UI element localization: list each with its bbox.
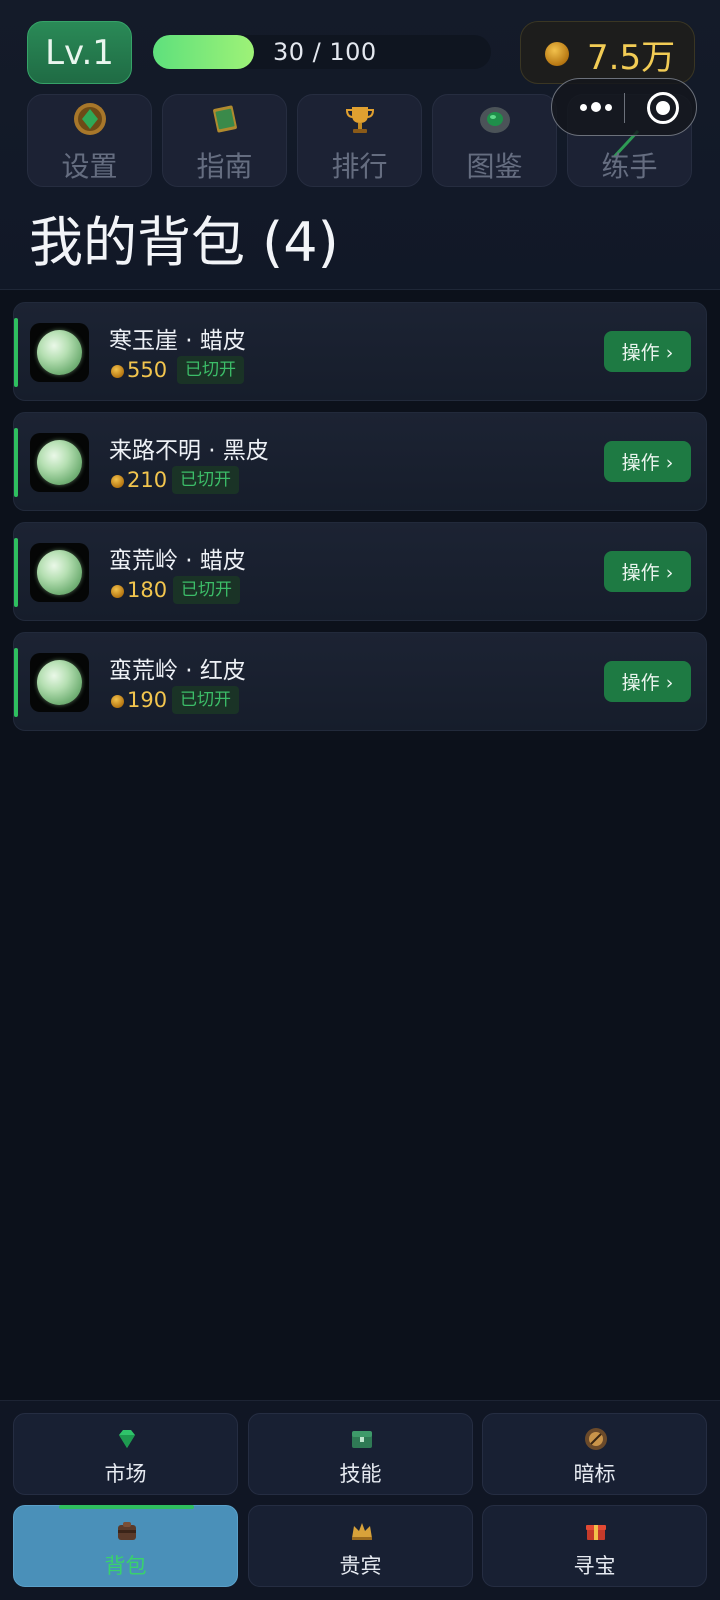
bid-icon (585, 1428, 607, 1450)
item-accent-bar (14, 428, 18, 497)
item-price: 210 (127, 468, 168, 492)
item-action-button[interactable]: 操作 › (604, 441, 691, 482)
item-price: 550 (127, 358, 168, 382)
xp-progress-text: 30 / 100 (273, 38, 377, 66)
coin-icon (111, 585, 124, 598)
list-item[interactable]: 蛮荒岭 · 蜡皮 180 已切开 操作 › (13, 522, 707, 621)
tab-label: 寻宝 (573, 1554, 616, 1578)
miniprogram-capsule (551, 78, 697, 136)
tab-label: 背包 (104, 1554, 147, 1578)
tab-backpack[interactable]: 背包 (13, 1505, 238, 1587)
item-thumbnail (30, 323, 89, 382)
jade-stone-icon (37, 660, 82, 705)
tab-vip[interactable]: 贵宾 (248, 1505, 473, 1587)
nav-tile-label: 指南 (196, 150, 253, 183)
item-name: 蛮荒岭 · 蜡皮 (109, 548, 246, 574)
coin-icon (545, 42, 569, 66)
trophy-icon (345, 107, 375, 133)
item-accent-bar (14, 318, 18, 387)
item-status-badge: 已切开 (177, 356, 244, 384)
jade-stone-icon (37, 330, 82, 375)
backpack-screen: Lv.1 30 / 100 7.5万 设置 指南 排行 图鉴 练手 我的背包 (… (0, 0, 720, 1600)
chest-icon (352, 1431, 372, 1448)
list-item[interactable]: 来路不明 · 黑皮 210 已切开 操作 › (13, 412, 707, 511)
nav-tile-settings[interactable]: 设置 (27, 94, 152, 187)
tab-label: 技能 (339, 1462, 382, 1486)
crown-icon (352, 1523, 372, 1540)
close-miniprogram-icon[interactable] (647, 92, 679, 124)
more-options-icon[interactable] (572, 79, 620, 135)
page-title: 我的背包 (4) (29, 211, 339, 274)
item-status-badge: 已切开 (172, 686, 239, 714)
nav-tile-label: 图鉴 (466, 150, 523, 183)
item-price: 190 (127, 688, 168, 712)
tab-treasure-hunt[interactable]: 寻宝 (482, 1505, 707, 1587)
backpack-icon (118, 1522, 136, 1540)
level-badge[interactable]: Lv.1 (27, 21, 132, 84)
gem-icon (119, 1430, 135, 1448)
item-status-badge: 已切开 (172, 466, 239, 494)
tab-label: 贵宾 (339, 1554, 382, 1578)
tab-market[interactable]: 市场 (13, 1413, 238, 1495)
item-action-button[interactable]: 操作 › (604, 331, 691, 372)
jade-stone-icon (37, 440, 82, 485)
item-thumbnail (30, 653, 89, 712)
item-name: 来路不明 · 黑皮 (109, 438, 269, 464)
xp-progress-bar: 30 / 100 (153, 35, 491, 69)
tab-hidden-bid[interactable]: 暗标 (482, 1413, 707, 1495)
capsule-divider (624, 93, 625, 123)
item-status-badge: 已切开 (173, 576, 240, 604)
item-thumbnail (30, 433, 89, 492)
item-action-button[interactable]: 操作 › (604, 661, 691, 702)
jade-stone-icon (37, 550, 82, 595)
item-price: 180 (127, 578, 168, 602)
tab-label: 暗标 (573, 1462, 616, 1486)
coin-icon (111, 695, 124, 708)
nav-tile-guide[interactable]: 指南 (162, 94, 287, 187)
list-item[interactable]: 寒玉崖 · 蜡皮 550 已切开 操作 › (13, 302, 707, 401)
nav-tile-label: 练手 (601, 150, 658, 183)
nav-tile-label: 设置 (61, 150, 118, 183)
tab-skills[interactable]: 技能 (248, 1413, 473, 1495)
gift-icon (586, 1525, 606, 1540)
nav-tile-ranking[interactable]: 排行 (297, 94, 422, 187)
nav-tile-catalog[interactable]: 图鉴 (432, 94, 557, 187)
stone-catalog-icon (480, 107, 510, 133)
coin-icon (111, 365, 124, 378)
coin-balance[interactable]: 7.5万 (520, 21, 695, 84)
item-name: 蛮荒岭 · 红皮 (109, 658, 246, 684)
item-name: 寒玉崖 · 蜡皮 (109, 328, 246, 354)
list-item[interactable]: 蛮荒岭 · 红皮 190 已切开 操作 › (13, 632, 707, 731)
item-thumbnail (30, 543, 89, 602)
item-accent-bar (14, 648, 18, 717)
bottom-tab-bar: 市场 技能 暗标 背包 贵宾 寻宝 (0, 1400, 720, 1600)
guide-book-icon (213, 105, 237, 133)
coin-icon (111, 475, 124, 488)
xp-progress-fill (153, 35, 255, 69)
nav-tile-label: 排行 (331, 150, 388, 183)
tab-label: 市场 (104, 1462, 147, 1486)
gear-medallion-icon (74, 103, 106, 135)
item-accent-bar (14, 538, 18, 607)
active-tab-indicator (59, 1505, 194, 1509)
coin-balance-value: 7.5万 (587, 38, 676, 78)
item-action-button[interactable]: 操作 › (604, 551, 691, 592)
